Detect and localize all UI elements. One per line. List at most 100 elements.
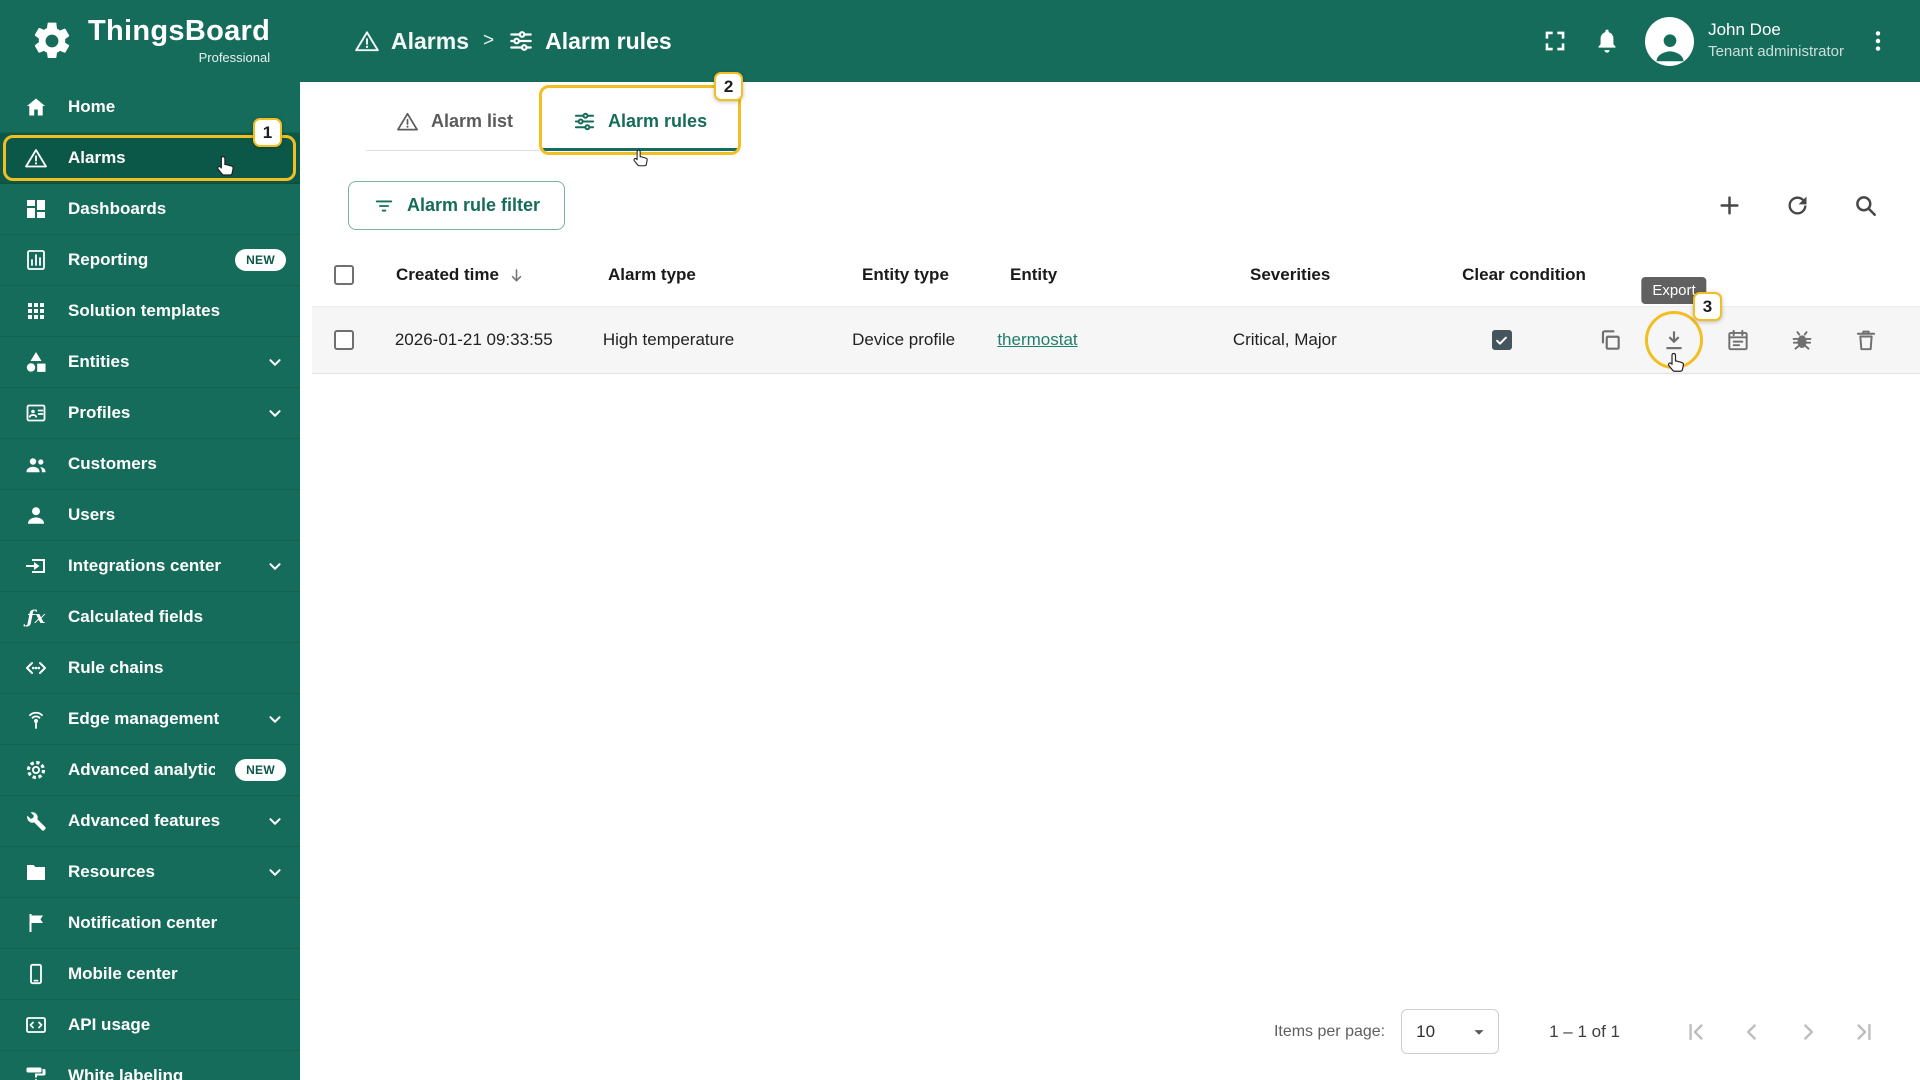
sidebar-item-label: Home xyxy=(68,97,116,116)
sidebar-item-white-labeling[interactable]: White labeling xyxy=(0,1051,300,1080)
paint-roller-icon xyxy=(24,1064,48,1080)
cell-alarm-type: High temperature xyxy=(602,330,735,349)
warning-icon xyxy=(24,146,48,170)
clear-condition-checkbox[interactable] xyxy=(1491,330,1512,350)
sidebar-item-resources[interactable]: Resources xyxy=(0,847,300,898)
breadcrumb-alarms[interactable]: Alarms xyxy=(354,28,469,55)
column-alarm-type[interactable]: Alarm type xyxy=(608,265,862,285)
cursor-pointer-icon xyxy=(1664,350,1691,377)
tabs-group: Alarm list Alarm rules 2 xyxy=(366,72,744,167)
sidebar-item-solution-templates[interactable]: Solution templates xyxy=(0,286,300,337)
sidebar-item-users[interactable]: Users xyxy=(0,490,300,541)
column-entity[interactable]: Entity xyxy=(1010,265,1250,285)
tab-label: Alarm list xyxy=(431,110,514,131)
table-row[interactable]: 2026-01-21 09:33:55 High temperature Dev… xyxy=(312,277,1920,374)
column-severities[interactable]: Severities xyxy=(1250,265,1434,285)
more-menu-button[interactable] xyxy=(1852,15,1904,67)
last-page-button[interactable] xyxy=(1842,1010,1886,1054)
dashboard-icon xyxy=(24,197,48,221)
sidebar-item-advanced-analytics[interactable]: Advanced analytics NEW xyxy=(0,745,300,796)
bug-icon xyxy=(1789,327,1815,353)
refresh-button[interactable] xyxy=(1774,183,1820,229)
fullscreen-button[interactable] xyxy=(1529,15,1581,67)
sidebar-item-calculated-fields[interactable]: ƒx Calculated fields xyxy=(0,592,300,643)
pager-controls xyxy=(1674,1010,1886,1054)
breadcrumb-current-label: Alarm rules xyxy=(545,27,672,54)
new-badge: NEW xyxy=(235,759,286,781)
select-all-checkbox[interactable] xyxy=(334,265,354,285)
sidebar-item-entities[interactable]: Entities xyxy=(0,337,300,388)
filter-button-label: Alarm rule filter xyxy=(407,195,541,215)
thingsboard-logo[interactable]: ThingsBoard Professional xyxy=(0,17,312,65)
table-toolbar: Alarm rule filter xyxy=(312,151,1920,244)
breadcrumb-parent-label: Alarms xyxy=(391,27,469,54)
sidebar-item-label: Entities xyxy=(68,352,130,371)
column-clear-condition[interactable]: Clear condition xyxy=(1434,265,1614,285)
app-header: ThingsBoard Professional Alarms > Alarm … xyxy=(0,0,1920,82)
first-page-button[interactable] xyxy=(1674,1010,1718,1054)
column-created-time[interactable]: Created time xyxy=(396,265,608,285)
debug-button[interactable] xyxy=(1782,320,1822,360)
sidebar-item-advanced-features[interactable]: Advanced features xyxy=(0,796,300,847)
tune-sliders-icon xyxy=(573,110,596,133)
sort-descending-icon xyxy=(507,266,526,285)
user-role: Tenant administrator xyxy=(1708,43,1844,61)
row-checkbox[interactable] xyxy=(334,330,354,350)
table-paginator: Items per page: 10 1 – 1 of 1 xyxy=(312,1009,1920,1080)
alarm-schedule-button[interactable] xyxy=(1718,320,1758,360)
sidebar-item-integrations-center[interactable]: Integrations center xyxy=(0,541,300,592)
api-code-icon xyxy=(24,1013,48,1037)
wrench-icon xyxy=(24,809,48,833)
copy-button[interactable] xyxy=(1590,320,1630,360)
search-icon xyxy=(1852,192,1879,219)
plus-icon xyxy=(1716,192,1743,219)
sidebar-item-mobile-center[interactable]: Mobile center xyxy=(0,949,300,1000)
export-button[interactable]: Export 3 xyxy=(1641,277,1722,372)
user-name: John Doe xyxy=(1708,20,1781,40)
sidebar-item-rule-chains[interactable]: Rule chains xyxy=(0,643,300,694)
fullscreen-icon xyxy=(1541,27,1569,55)
sidebar-item-api-usage[interactable]: API usage xyxy=(0,1000,300,1051)
people-icon xyxy=(24,452,48,476)
chevron-down-icon xyxy=(264,810,286,832)
entity-link-thermostat[interactable]: thermostat xyxy=(997,330,1077,349)
next-page-button[interactable] xyxy=(1786,1010,1830,1054)
person-icon xyxy=(1651,28,1689,66)
sidebar-item-customers[interactable]: Customers xyxy=(0,439,300,490)
filter-icon xyxy=(373,195,395,217)
items-per-page-select[interactable]: 10 xyxy=(1401,1009,1500,1054)
logo-title: ThingsBoard xyxy=(88,15,271,47)
header-actions: John Doe Tenant administrator xyxy=(1529,15,1904,67)
home-icon xyxy=(24,95,48,119)
delete-button[interactable] xyxy=(1846,320,1886,360)
tab-alarm-rules[interactable]: Alarm rules 2 xyxy=(539,72,744,167)
sidebar-item-label: Rule chains xyxy=(68,658,164,677)
sidebar-item-edge-management[interactable]: Edge management xyxy=(0,694,300,745)
breadcrumb-separator: > xyxy=(482,30,495,51)
sidebar-item-label: Resources xyxy=(68,862,155,881)
alarm-rule-filter-button[interactable]: Alarm rule filter xyxy=(348,181,566,230)
sidebar-item-dashboards[interactable]: Dashboards xyxy=(0,184,300,235)
user-info: John Doe Tenant administrator xyxy=(1708,19,1844,62)
check-icon xyxy=(1494,333,1509,348)
previous-page-button[interactable] xyxy=(1730,1010,1774,1054)
annotation-step-1: 1 xyxy=(253,118,282,147)
chevron-left-icon xyxy=(1739,1019,1765,1045)
search-button[interactable] xyxy=(1842,183,1888,229)
tab-alarm-list[interactable]: Alarm list xyxy=(366,92,543,150)
user-avatar[interactable] xyxy=(1645,16,1695,66)
sidebar-item-label: Edge management xyxy=(68,709,220,728)
sidebar-item-reporting[interactable]: Reporting NEW xyxy=(0,235,300,286)
sidebar-scrollbar-track[interactable] xyxy=(300,82,312,1080)
sidebar-item-profiles[interactable]: Profiles xyxy=(0,388,300,439)
sidebar-item-label: Dashboards xyxy=(68,199,167,218)
sidebar-item-alarms[interactable]: Alarms 1 xyxy=(0,118,300,184)
sidebar-item-notification-center[interactable]: Notification center xyxy=(0,898,300,949)
calendar-icon xyxy=(1725,327,1751,353)
toolbar-icons xyxy=(1706,183,1888,229)
add-button[interactable] xyxy=(1706,183,1752,229)
smartphone-icon xyxy=(24,962,48,986)
notifications-button[interactable] xyxy=(1581,15,1633,67)
kebab-menu-icon xyxy=(1864,27,1892,55)
column-entity-type[interactable]: Entity type xyxy=(862,265,1010,285)
